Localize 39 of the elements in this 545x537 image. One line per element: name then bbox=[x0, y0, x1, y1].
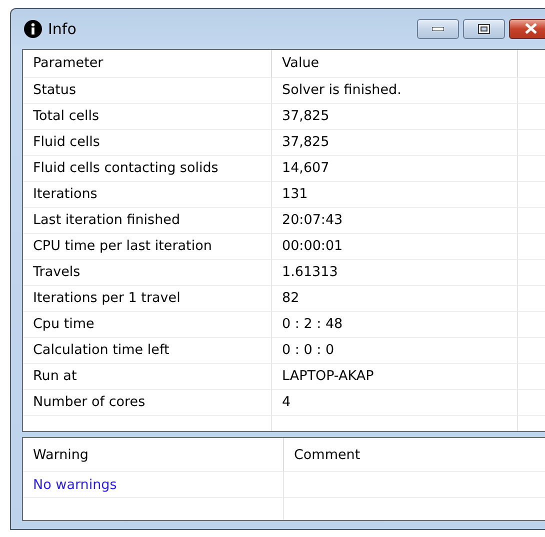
table-cell: 1.61313 bbox=[272, 260, 518, 286]
column-header[interactable]: Comment bbox=[284, 438, 545, 472]
table-cell: Solver is finished. bbox=[272, 78, 518, 104]
maximize-button[interactable] bbox=[463, 18, 505, 39]
table-cell: 37,825 bbox=[272, 104, 518, 130]
close-icon bbox=[524, 23, 538, 34]
table-cell: Number of cores bbox=[23, 390, 272, 416]
close-button[interactable] bbox=[509, 18, 545, 39]
table-cell: Travels bbox=[23, 260, 272, 286]
table-cell: Iterations bbox=[23, 182, 272, 208]
column-header[interactable]: Parameter bbox=[23, 50, 272, 78]
minimize-icon bbox=[432, 26, 444, 31]
table-cell: 14,607 bbox=[272, 156, 518, 182]
table-cell: Fluid cells bbox=[23, 130, 272, 156]
table-cell: 00:00:01 bbox=[272, 234, 518, 260]
table-cell: 0 : 2 : 48 bbox=[272, 312, 518, 338]
table-cell: CPU time per last iteration bbox=[23, 234, 272, 260]
table-cell: Total cells bbox=[23, 104, 272, 130]
table-cell: Run at bbox=[23, 364, 272, 390]
table-cell: Status bbox=[23, 78, 272, 104]
table-cell: 4 bbox=[272, 390, 518, 416]
maximize-icon bbox=[478, 24, 490, 34]
info-icon bbox=[24, 20, 42, 38]
table-cell: 0 : 0 : 0 bbox=[272, 338, 518, 364]
table-cell: LAPTOP-AKAP bbox=[272, 364, 518, 390]
window-title: Info bbox=[48, 20, 78, 38]
table-cell: Calculation time left bbox=[23, 338, 272, 364]
table-cell: 20:07:43 bbox=[272, 208, 518, 234]
table-cell: 37,825 bbox=[272, 130, 518, 156]
table-cell: Fluid cells contacting solids bbox=[23, 156, 272, 182]
table-cell: No warnings bbox=[23, 472, 284, 498]
table-cell: Cpu time bbox=[23, 312, 272, 338]
table-cell: Last iteration finished bbox=[23, 208, 272, 234]
column-header[interactable]: Warning bbox=[23, 438, 284, 472]
table-cell: 82 bbox=[272, 286, 518, 312]
table-cell: Iterations per 1 travel bbox=[23, 286, 272, 312]
table-cell: 131 bbox=[272, 182, 518, 208]
minimize-button[interactable] bbox=[417, 18, 459, 39]
column-header[interactable]: Value bbox=[272, 50, 518, 78]
